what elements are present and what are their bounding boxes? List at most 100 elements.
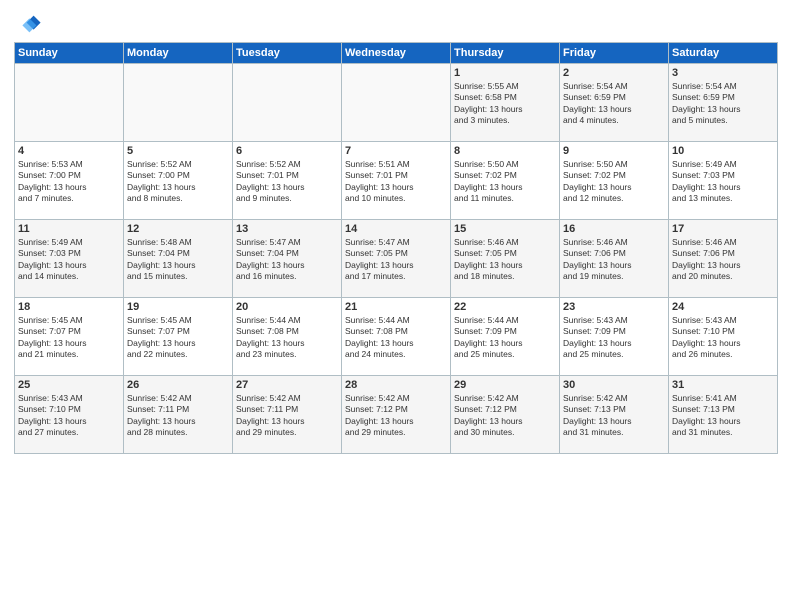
day-info: Sunrise: 5:42 AM Sunset: 7:12 PM Dayligh… (345, 393, 447, 439)
day-number: 19 (127, 301, 229, 313)
calendar-table: SundayMondayTuesdayWednesdayThursdayFrid… (14, 42, 778, 454)
calendar-cell: 23 Sunrise: 5:43 AM Sunset: 7:09 PM Dayli… (560, 298, 669, 376)
calendar-cell: 1Sunrise: 5:55 AM Sunset: 6:58 PM Daylig… (451, 64, 560, 142)
day-info: Sunrise: 5:53 AM Sunset: 7:00 PM Dayligh… (18, 159, 120, 205)
day-number: 15 (454, 223, 556, 235)
day-info: Sunrise: 5:51 AM Sunset: 7:01 PM Dayligh… (345, 159, 447, 205)
calendar-cell: 24 Sunrise: 5:43 AM Sunset: 7:10 PM Dayli… (669, 298, 778, 376)
calendar-cell: 31 Sunrise: 5:41 AM Sunset: 7:13 PM Dayli… (669, 376, 778, 454)
day-info: Sunrise: 5:42 AM Sunset: 7:12 PM Dayligh… (454, 393, 556, 439)
calendar-cell (124, 64, 233, 142)
day-number: 28 (345, 379, 447, 391)
day-number: 26 (127, 379, 229, 391)
day-info: Sunrise: 5:42 AM Sunset: 7:13 PM Dayligh… (563, 393, 665, 439)
calendar-cell: 6 Sunrise: 5:52 AM Sunset: 7:01 PM Daylig… (233, 142, 342, 220)
calendar-cell: 19 Sunrise: 5:45 AM Sunset: 7:07 PM Dayli… (124, 298, 233, 376)
calendar-cell: 18 Sunrise: 5:45 AM Sunset: 7:07 PM Dayli… (15, 298, 124, 376)
day-info: Sunrise: 5:42 AM Sunset: 7:11 PM Dayligh… (127, 393, 229, 439)
logo-icon (14, 10, 42, 38)
day-info: Sunrise: 5:43 AM Sunset: 7:09 PM Dayligh… (563, 315, 665, 361)
calendar-cell: 15 Sunrise: 5:46 AM Sunset: 7:05 PM Dayli… (451, 220, 560, 298)
day-number: 30 (563, 379, 665, 391)
day-info: Sunrise: 5:44 AM Sunset: 7:08 PM Dayligh… (345, 315, 447, 361)
day-info: Sunrise: 5:55 AM Sunset: 6:58 PM Dayligh… (454, 81, 556, 127)
calendar-cell: 28 Sunrise: 5:42 AM Sunset: 7:12 PM Dayli… (342, 376, 451, 454)
day-number: 16 (563, 223, 665, 235)
day-info: Sunrise: 5:50 AM Sunset: 7:02 PM Dayligh… (563, 159, 665, 205)
calendar-cell (233, 64, 342, 142)
header (14, 10, 778, 38)
day-info: Sunrise: 5:43 AM Sunset: 7:10 PM Dayligh… (18, 393, 120, 439)
week-row-5: 25 Sunrise: 5:43 AM Sunset: 7:10 PM Dayli… (15, 376, 778, 454)
day-number: 27 (236, 379, 338, 391)
day-number: 31 (672, 379, 774, 391)
day-info: Sunrise: 5:44 AM Sunset: 7:09 PM Dayligh… (454, 315, 556, 361)
day-number: 25 (18, 379, 120, 391)
day-number: 13 (236, 223, 338, 235)
day-number: 11 (18, 223, 120, 235)
week-row-2: 4 Sunrise: 5:53 AM Sunset: 7:00 PM Daylig… (15, 142, 778, 220)
calendar-cell: 21 Sunrise: 5:44 AM Sunset: 7:08 PM Dayli… (342, 298, 451, 376)
calendar-cell: 25 Sunrise: 5:43 AM Sunset: 7:10 PM Dayli… (15, 376, 124, 454)
day-header-thursday: Thursday (451, 43, 560, 64)
day-info: Sunrise: 5:42 AM Sunset: 7:11 PM Dayligh… (236, 393, 338, 439)
week-row-4: 18 Sunrise: 5:45 AM Sunset: 7:07 PM Dayli… (15, 298, 778, 376)
calendar-cell (342, 64, 451, 142)
day-info: Sunrise: 5:49 AM Sunset: 7:03 PM Dayligh… (672, 159, 774, 205)
day-number: 29 (454, 379, 556, 391)
day-info: Sunrise: 5:49 AM Sunset: 7:03 PM Dayligh… (18, 237, 120, 283)
day-info: Sunrise: 5:46 AM Sunset: 7:06 PM Dayligh… (672, 237, 774, 283)
calendar-cell: 3Sunrise: 5:54 AM Sunset: 6:59 PM Daylig… (669, 64, 778, 142)
day-number: 12 (127, 223, 229, 235)
day-header-friday: Friday (560, 43, 669, 64)
calendar-cell: 11 Sunrise: 5:49 AM Sunset: 7:03 PM Dayli… (15, 220, 124, 298)
day-number: 5 (127, 145, 229, 157)
calendar-cell: 13 Sunrise: 5:47 AM Sunset: 7:04 PM Dayli… (233, 220, 342, 298)
calendar-cell: 26 Sunrise: 5:42 AM Sunset: 7:11 PM Dayli… (124, 376, 233, 454)
day-number: 21 (345, 301, 447, 313)
calendar-cell: 17 Sunrise: 5:46 AM Sunset: 7:06 PM Dayli… (669, 220, 778, 298)
day-number: 9 (563, 145, 665, 157)
calendar-cell: 29 Sunrise: 5:42 AM Sunset: 7:12 PM Dayli… (451, 376, 560, 454)
calendar-cell: 14Sunrise: 5:47 AM Sunset: 7:05 PM Dayli… (342, 220, 451, 298)
day-number: 24 (672, 301, 774, 313)
calendar-cell: 5 Sunrise: 5:52 AM Sunset: 7:00 PM Daylig… (124, 142, 233, 220)
calendar-cell: 9 Sunrise: 5:50 AM Sunset: 7:02 PM Daylig… (560, 142, 669, 220)
day-info: Sunrise: 5:43 AM Sunset: 7:10 PM Dayligh… (672, 315, 774, 361)
day-info: Sunrise: 5:44 AM Sunset: 7:08 PM Dayligh… (236, 315, 338, 361)
day-info: Sunrise: 5:47 AM Sunset: 7:05 PM Dayligh… (345, 237, 447, 283)
day-number: 18 (18, 301, 120, 313)
day-info: Sunrise: 5:45 AM Sunset: 7:07 PM Dayligh… (127, 315, 229, 361)
day-info: Sunrise: 5:52 AM Sunset: 7:01 PM Dayligh… (236, 159, 338, 205)
day-number: 3 (672, 67, 774, 79)
page-container: SundayMondayTuesdayWednesdayThursdayFrid… (0, 0, 792, 462)
day-number: 17 (672, 223, 774, 235)
day-number: 23 (563, 301, 665, 313)
week-row-3: 11 Sunrise: 5:49 AM Sunset: 7:03 PM Dayli… (15, 220, 778, 298)
day-info: Sunrise: 5:41 AM Sunset: 7:13 PM Dayligh… (672, 393, 774, 439)
day-number: 7 (345, 145, 447, 157)
calendar-cell: 22Sunrise: 5:44 AM Sunset: 7:09 PM Dayli… (451, 298, 560, 376)
calendar-cell: 20Sunrise: 5:44 AM Sunset: 7:08 PM Dayli… (233, 298, 342, 376)
calendar-cell: 7 Sunrise: 5:51 AM Sunset: 7:01 PM Daylig… (342, 142, 451, 220)
week-row-1: 1Sunrise: 5:55 AM Sunset: 6:58 PM Daylig… (15, 64, 778, 142)
day-header-saturday: Saturday (669, 43, 778, 64)
day-info: Sunrise: 5:46 AM Sunset: 7:05 PM Dayligh… (454, 237, 556, 283)
day-header-wednesday: Wednesday (342, 43, 451, 64)
day-number: 4 (18, 145, 120, 157)
day-info: Sunrise: 5:50 AM Sunset: 7:02 PM Dayligh… (454, 159, 556, 205)
calendar-cell: 10 Sunrise: 5:49 AM Sunset: 7:03 PM Dayli… (669, 142, 778, 220)
day-info: Sunrise: 5:52 AM Sunset: 7:00 PM Dayligh… (127, 159, 229, 205)
day-header-monday: Monday (124, 43, 233, 64)
calendar-cell: 16Sunrise: 5:46 AM Sunset: 7:06 PM Dayli… (560, 220, 669, 298)
calendar-header-row: SundayMondayTuesdayWednesdayThursdayFrid… (15, 43, 778, 64)
calendar-cell: 4 Sunrise: 5:53 AM Sunset: 7:00 PM Daylig… (15, 142, 124, 220)
day-info: Sunrise: 5:45 AM Sunset: 7:07 PM Dayligh… (18, 315, 120, 361)
day-header-sunday: Sunday (15, 43, 124, 64)
calendar-cell: 8Sunrise: 5:50 AM Sunset: 7:02 PM Daylig… (451, 142, 560, 220)
day-number: 10 (672, 145, 774, 157)
day-number: 6 (236, 145, 338, 157)
day-header-tuesday: Tuesday (233, 43, 342, 64)
calendar-cell: 2Sunrise: 5:54 AM Sunset: 6:59 PM Daylig… (560, 64, 669, 142)
day-info: Sunrise: 5:47 AM Sunset: 7:04 PM Dayligh… (236, 237, 338, 283)
